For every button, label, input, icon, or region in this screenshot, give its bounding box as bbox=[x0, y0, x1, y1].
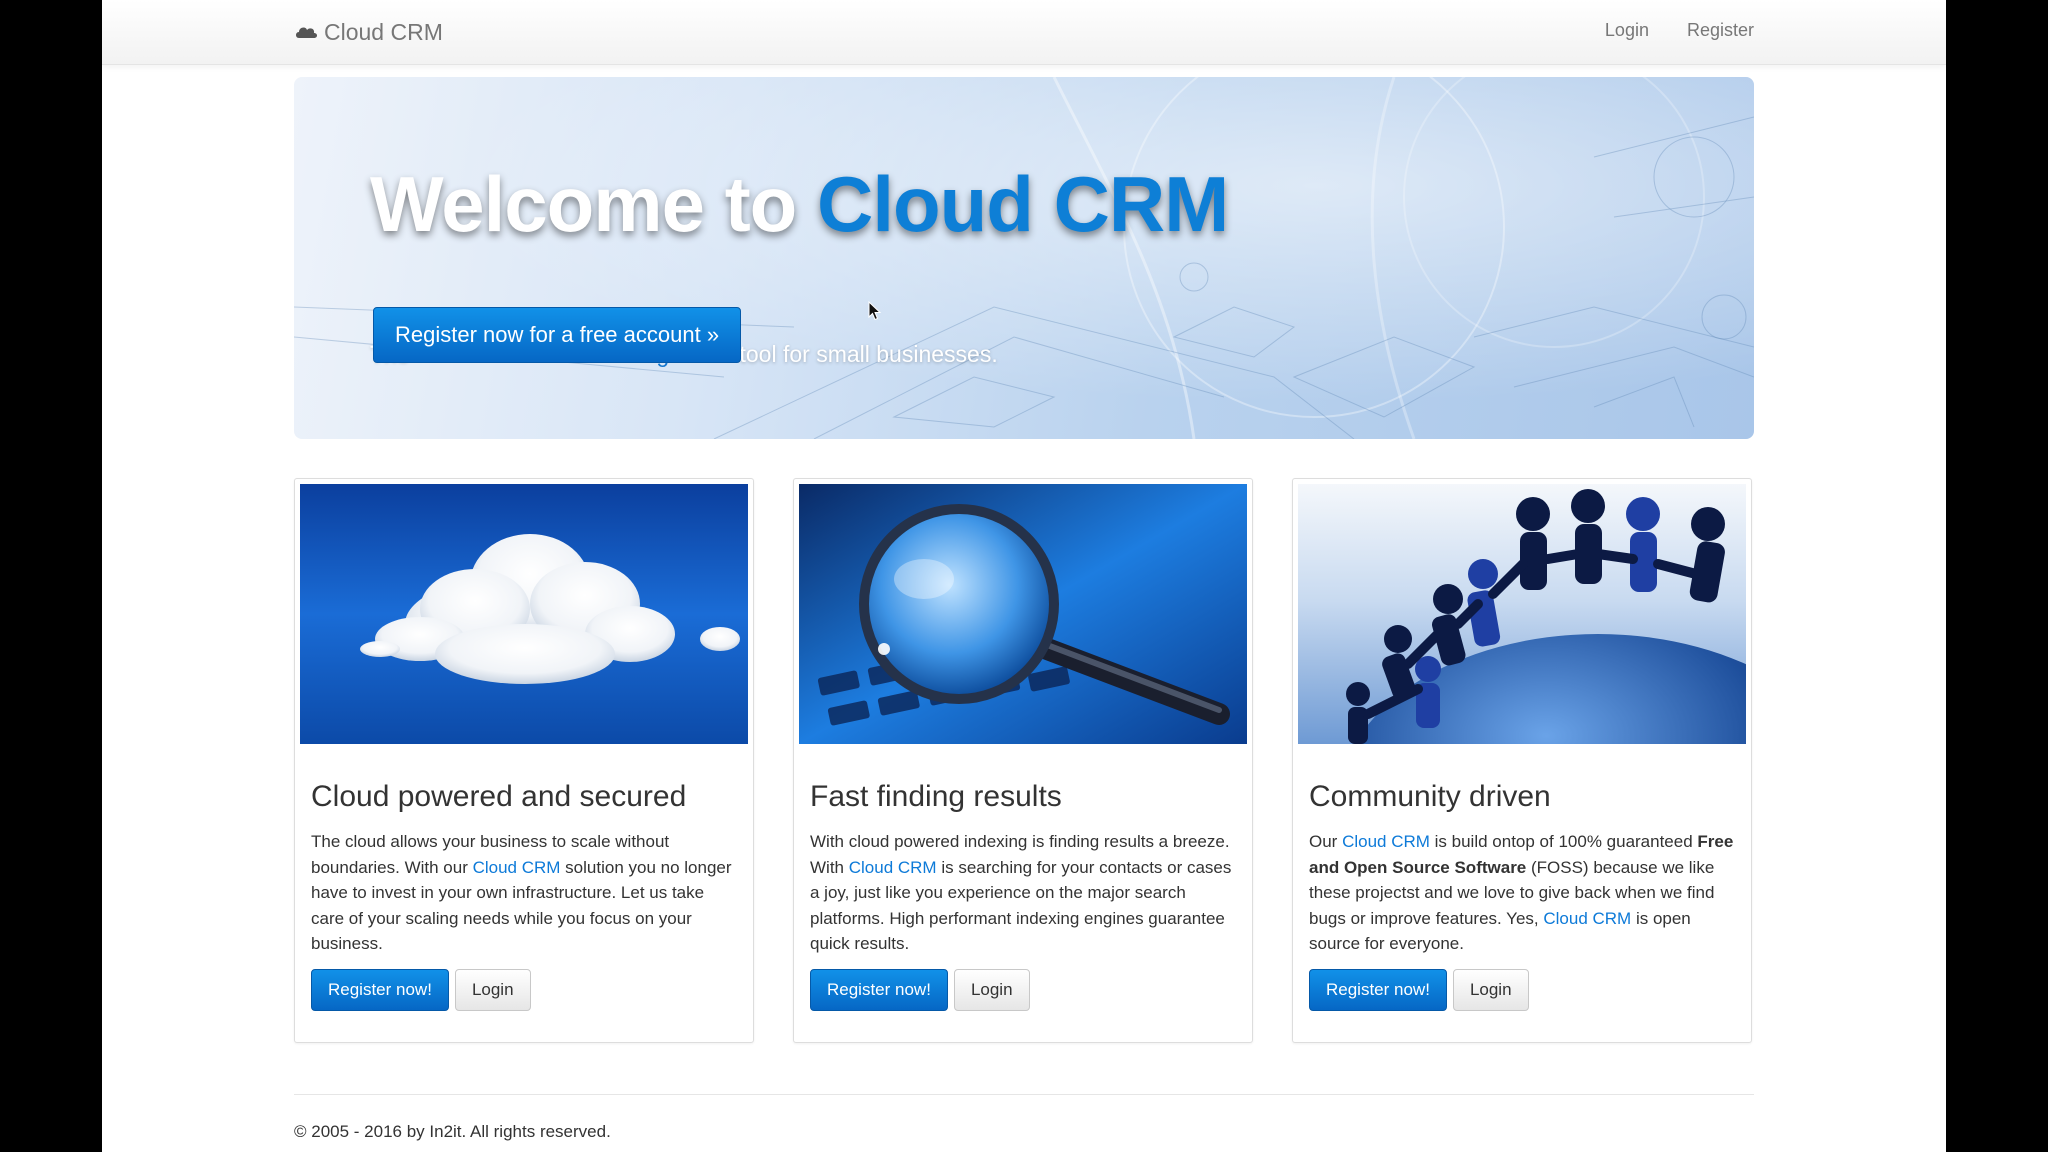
cloud-crm-link[interactable]: Cloud CRM bbox=[473, 858, 561, 877]
register-now-button[interactable]: Register now! bbox=[1309, 969, 1447, 1011]
mouse-pointer-icon bbox=[868, 300, 882, 326]
blueprint-background-image bbox=[294, 77, 1754, 439]
card-text: Our Cloud CRM is build ontop of 100% gua… bbox=[1309, 829, 1739, 957]
login-button[interactable]: Login bbox=[454, 969, 531, 1011]
cloud-logo-icon bbox=[294, 23, 318, 41]
card-buttons: Register now! Login bbox=[311, 969, 531, 1011]
cloud-crm-link[interactable]: Cloud CRM bbox=[849, 858, 937, 877]
card-text: The cloud allows your business to scale … bbox=[311, 829, 741, 957]
card-title: Cloud powered and secured bbox=[311, 780, 687, 813]
login-button[interactable]: Login bbox=[953, 969, 1030, 1011]
people-on-globe-image bbox=[1298, 484, 1746, 744]
footer-copyright: © 2005 - 2016 by In2it. All rights reser… bbox=[294, 1122, 611, 1141]
register-now-button[interactable]: Register now! bbox=[311, 969, 449, 1011]
magnifying-glass-image bbox=[799, 484, 1247, 744]
nav-register-link[interactable]: Register bbox=[1687, 20, 1754, 41]
navbar: Cloud CRM Login Register bbox=[102, 0, 1946, 65]
feature-card-community: Community driven Our Cloud CRM is build … bbox=[1292, 478, 1752, 1043]
card-text: With cloud powered indexing is finding r… bbox=[810, 829, 1240, 957]
card-text-part: is build ontop of 100% guaranteed bbox=[1429, 832, 1698, 851]
card-buttons: Register now! Login bbox=[1309, 969, 1529, 1011]
hero-title: Welcome to Cloud CRM bbox=[370, 165, 1229, 243]
cloud-crm-link[interactable]: Cloud CRM bbox=[1543, 909, 1631, 928]
cloud-crm-link[interactable]: Cloud CRM bbox=[1342, 832, 1430, 851]
card-title: Fast finding results bbox=[810, 780, 1062, 813]
card-title: Community driven bbox=[1309, 780, 1551, 813]
hero-title-brand: Cloud CRM bbox=[816, 160, 1229, 248]
brand-label: Cloud CRM bbox=[324, 18, 443, 45]
brand-link[interactable]: Cloud CRM bbox=[294, 16, 443, 48]
nav-links: Login Register bbox=[1605, 20, 1754, 41]
nav-login-link[interactable]: Login bbox=[1605, 20, 1649, 41]
cloud-image bbox=[300, 484, 748, 744]
footer-divider bbox=[294, 1094, 1754, 1095]
card-buttons: Register now! Login bbox=[810, 969, 1030, 1011]
feature-card-search: Fast finding results With cloud powered … bbox=[793, 478, 1253, 1043]
hero-subtitle-suffix: tool for small businesses. bbox=[733, 341, 998, 367]
feature-card-cloud: Cloud powered and secured The cloud allo… bbox=[294, 478, 754, 1043]
register-free-account-button[interactable]: Register now for a free account » bbox=[373, 307, 742, 363]
login-button[interactable]: Login bbox=[1452, 969, 1529, 1011]
register-now-button[interactable]: Register now! bbox=[810, 969, 948, 1011]
hero-jumbotron: Welcome to Cloud CRM The customer relati… bbox=[294, 77, 1754, 439]
hero-title-prefix: Welcome to bbox=[370, 160, 817, 248]
page: Cloud CRM Login Register Welcome to Clou… bbox=[102, 0, 1946, 1152]
card-text-part: Our bbox=[1309, 832, 1343, 851]
